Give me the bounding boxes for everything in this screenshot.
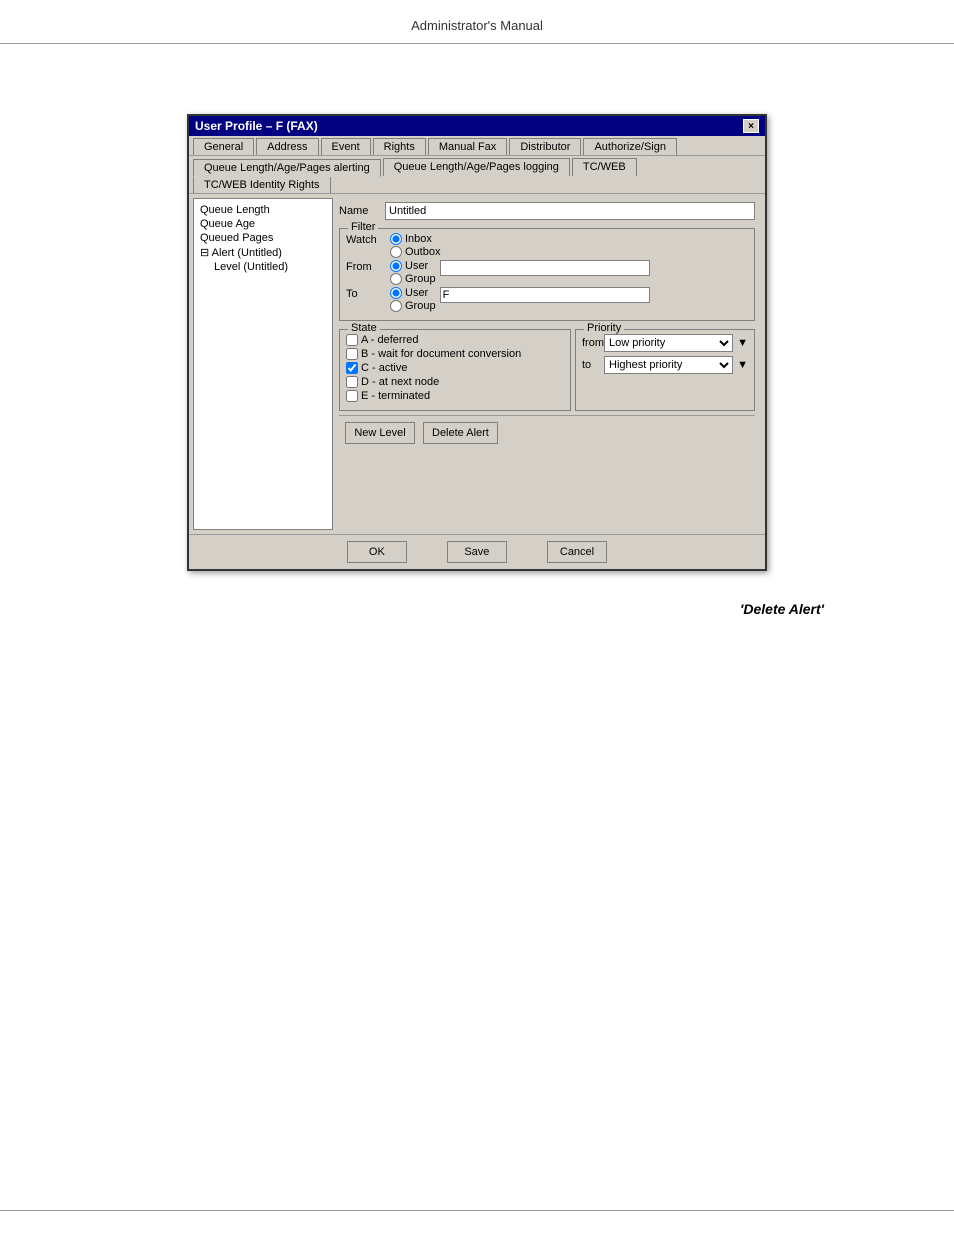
tab-authorize-sign[interactable]: Authorize/Sign bbox=[583, 138, 677, 155]
new-level-button[interactable]: New Level bbox=[345, 422, 415, 444]
save-button[interactable]: Save bbox=[447, 541, 507, 563]
tabs-row-1: General Address Event Rights Manual Fax … bbox=[189, 136, 765, 156]
to-label: To bbox=[346, 287, 386, 300]
cancel-button[interactable]: Cancel bbox=[547, 541, 607, 563]
dialog-body: Queue Length Queue Age Queued Pages ⊟ Al… bbox=[189, 194, 765, 534]
page-footer bbox=[0, 1210, 954, 1217]
tree-panel: Queue Length Queue Age Queued Pages ⊟ Al… bbox=[193, 198, 333, 530]
to-input[interactable] bbox=[440, 287, 650, 303]
to-user-radio-label[interactable]: User bbox=[390, 287, 436, 299]
state-legend: State bbox=[348, 322, 380, 334]
main-buttons-bar: OK Save Cancel bbox=[189, 534, 765, 569]
tab-queue-alerting[interactable]: Queue Length/Age/Pages alerting bbox=[193, 159, 381, 177]
tab-tcweb-identity[interactable]: TC/WEB Identity Rights bbox=[193, 176, 331, 193]
from-group-radio[interactable] bbox=[390, 273, 402, 285]
tab-address[interactable]: Address bbox=[256, 138, 318, 155]
to-radio-group: User Group bbox=[390, 287, 436, 312]
from-radio-group: User Group bbox=[390, 260, 436, 285]
from-group-radio-label[interactable]: Group bbox=[390, 273, 436, 285]
user-profile-dialog: User Profile – F (FAX) × General Address… bbox=[187, 114, 767, 571]
state-b-checkbox[interactable] bbox=[346, 348, 358, 360]
dropdown-to-icon: ▼ bbox=[737, 359, 748, 371]
watch-label: Watch bbox=[346, 233, 386, 246]
from-label: From bbox=[346, 260, 386, 273]
page-header: Administrator's Manual bbox=[0, 0, 954, 44]
close-button[interactable]: × bbox=[743, 119, 759, 133]
priority-from-label: from bbox=[582, 337, 600, 349]
name-input[interactable] bbox=[385, 202, 755, 220]
name-label: Name bbox=[339, 205, 379, 217]
state-priority-row: State A - deferred B - wait for document… bbox=[339, 329, 755, 411]
dialog-action-buttons: New Level Delete Alert bbox=[339, 415, 755, 450]
to-group-radio[interactable] bbox=[390, 300, 402, 312]
tab-general[interactable]: General bbox=[193, 138, 254, 155]
from-user-radio[interactable] bbox=[390, 260, 402, 272]
state-d-checkbox[interactable] bbox=[346, 376, 358, 388]
ok-button[interactable]: OK bbox=[347, 541, 407, 563]
right-panel: Name Filter Watch Inbox bbox=[333, 198, 761, 530]
name-row: Name bbox=[339, 202, 755, 220]
tree-item-alert[interactable]: ⊟ Alert (Untitled) bbox=[198, 245, 328, 260]
tabs-row-2: Queue Length/Age/Pages alerting Queue Le… bbox=[189, 156, 765, 194]
from-user-radio-label[interactable]: User bbox=[390, 260, 436, 272]
priority-from-select[interactable]: Low priority Normal priority High priori… bbox=[604, 334, 733, 352]
filter-legend: Filter bbox=[348, 221, 378, 233]
dialog-title: User Profile – F (FAX) bbox=[195, 119, 318, 133]
tree-item-level[interactable]: Level (Untitled) bbox=[198, 260, 328, 274]
outbox-radio-label[interactable]: Outbox bbox=[390, 246, 440, 258]
delete-alert-button[interactable]: Delete Alert bbox=[423, 422, 498, 444]
priority-to-label: to bbox=[582, 359, 600, 371]
page-content: User Profile – F (FAX) × General Address… bbox=[0, 54, 954, 617]
tab-manual-fax[interactable]: Manual Fax bbox=[428, 138, 507, 155]
state-c-checkbox[interactable] bbox=[346, 362, 358, 374]
priority-group: Priority from Low priority Normal priori… bbox=[575, 329, 755, 411]
to-group-radio-label[interactable]: Group bbox=[390, 300, 436, 312]
dialog-titlebar: User Profile – F (FAX) × bbox=[189, 116, 765, 136]
inbox-radio-label[interactable]: Inbox bbox=[390, 233, 440, 245]
state-d-label[interactable]: D - at next node bbox=[346, 376, 564, 388]
priority-to-select[interactable]: Low priority Normal priority High priori… bbox=[604, 356, 733, 374]
tab-event[interactable]: Event bbox=[321, 138, 371, 155]
filter-watch-row: Watch Inbox Outbox bbox=[346, 233, 748, 258]
state-e-label[interactable]: E - terminated bbox=[346, 390, 564, 402]
state-c-label[interactable]: C - active bbox=[346, 362, 564, 374]
tab-rights[interactable]: Rights bbox=[373, 138, 426, 155]
tab-tcweb[interactable]: TC/WEB bbox=[572, 158, 637, 176]
dropdown-from-icon: ▼ bbox=[737, 337, 748, 349]
filter-group: Filter Watch Inbox Outbox bbox=[339, 228, 755, 321]
inbox-radio[interactable] bbox=[390, 233, 402, 245]
tree-item-queue-age[interactable]: Queue Age bbox=[198, 217, 328, 231]
state-a-label[interactable]: A - deferred bbox=[346, 334, 564, 346]
priority-legend: Priority bbox=[584, 322, 624, 334]
tree-item-queue-length[interactable]: Queue Length bbox=[198, 203, 328, 217]
state-a-checkbox[interactable] bbox=[346, 334, 358, 346]
tree-item-queued-pages[interactable]: Queued Pages bbox=[198, 231, 328, 245]
priority-from-row: from Low priority Normal priority High p… bbox=[582, 334, 748, 352]
filter-from-row: From User Group bbox=[346, 260, 748, 285]
caption-text: 'Delete Alert' bbox=[740, 601, 824, 617]
state-group: State A - deferred B - wait for document… bbox=[339, 329, 571, 411]
filter-to-row: To User Group bbox=[346, 287, 748, 312]
priority-to-row: to Low priority Normal priority High pri… bbox=[582, 356, 748, 374]
state-e-checkbox[interactable] bbox=[346, 390, 358, 402]
from-input[interactable] bbox=[440, 260, 650, 276]
tab-distributor[interactable]: Distributor bbox=[509, 138, 581, 155]
state-b-label[interactable]: B - wait for document conversion bbox=[346, 348, 564, 360]
header-title: Administrator's Manual bbox=[411, 18, 543, 33]
to-user-radio[interactable] bbox=[390, 287, 402, 299]
watch-radio-group: Inbox Outbox bbox=[390, 233, 440, 258]
tab-queue-logging[interactable]: Queue Length/Age/Pages logging bbox=[383, 158, 570, 176]
outbox-radio[interactable] bbox=[390, 246, 402, 258]
